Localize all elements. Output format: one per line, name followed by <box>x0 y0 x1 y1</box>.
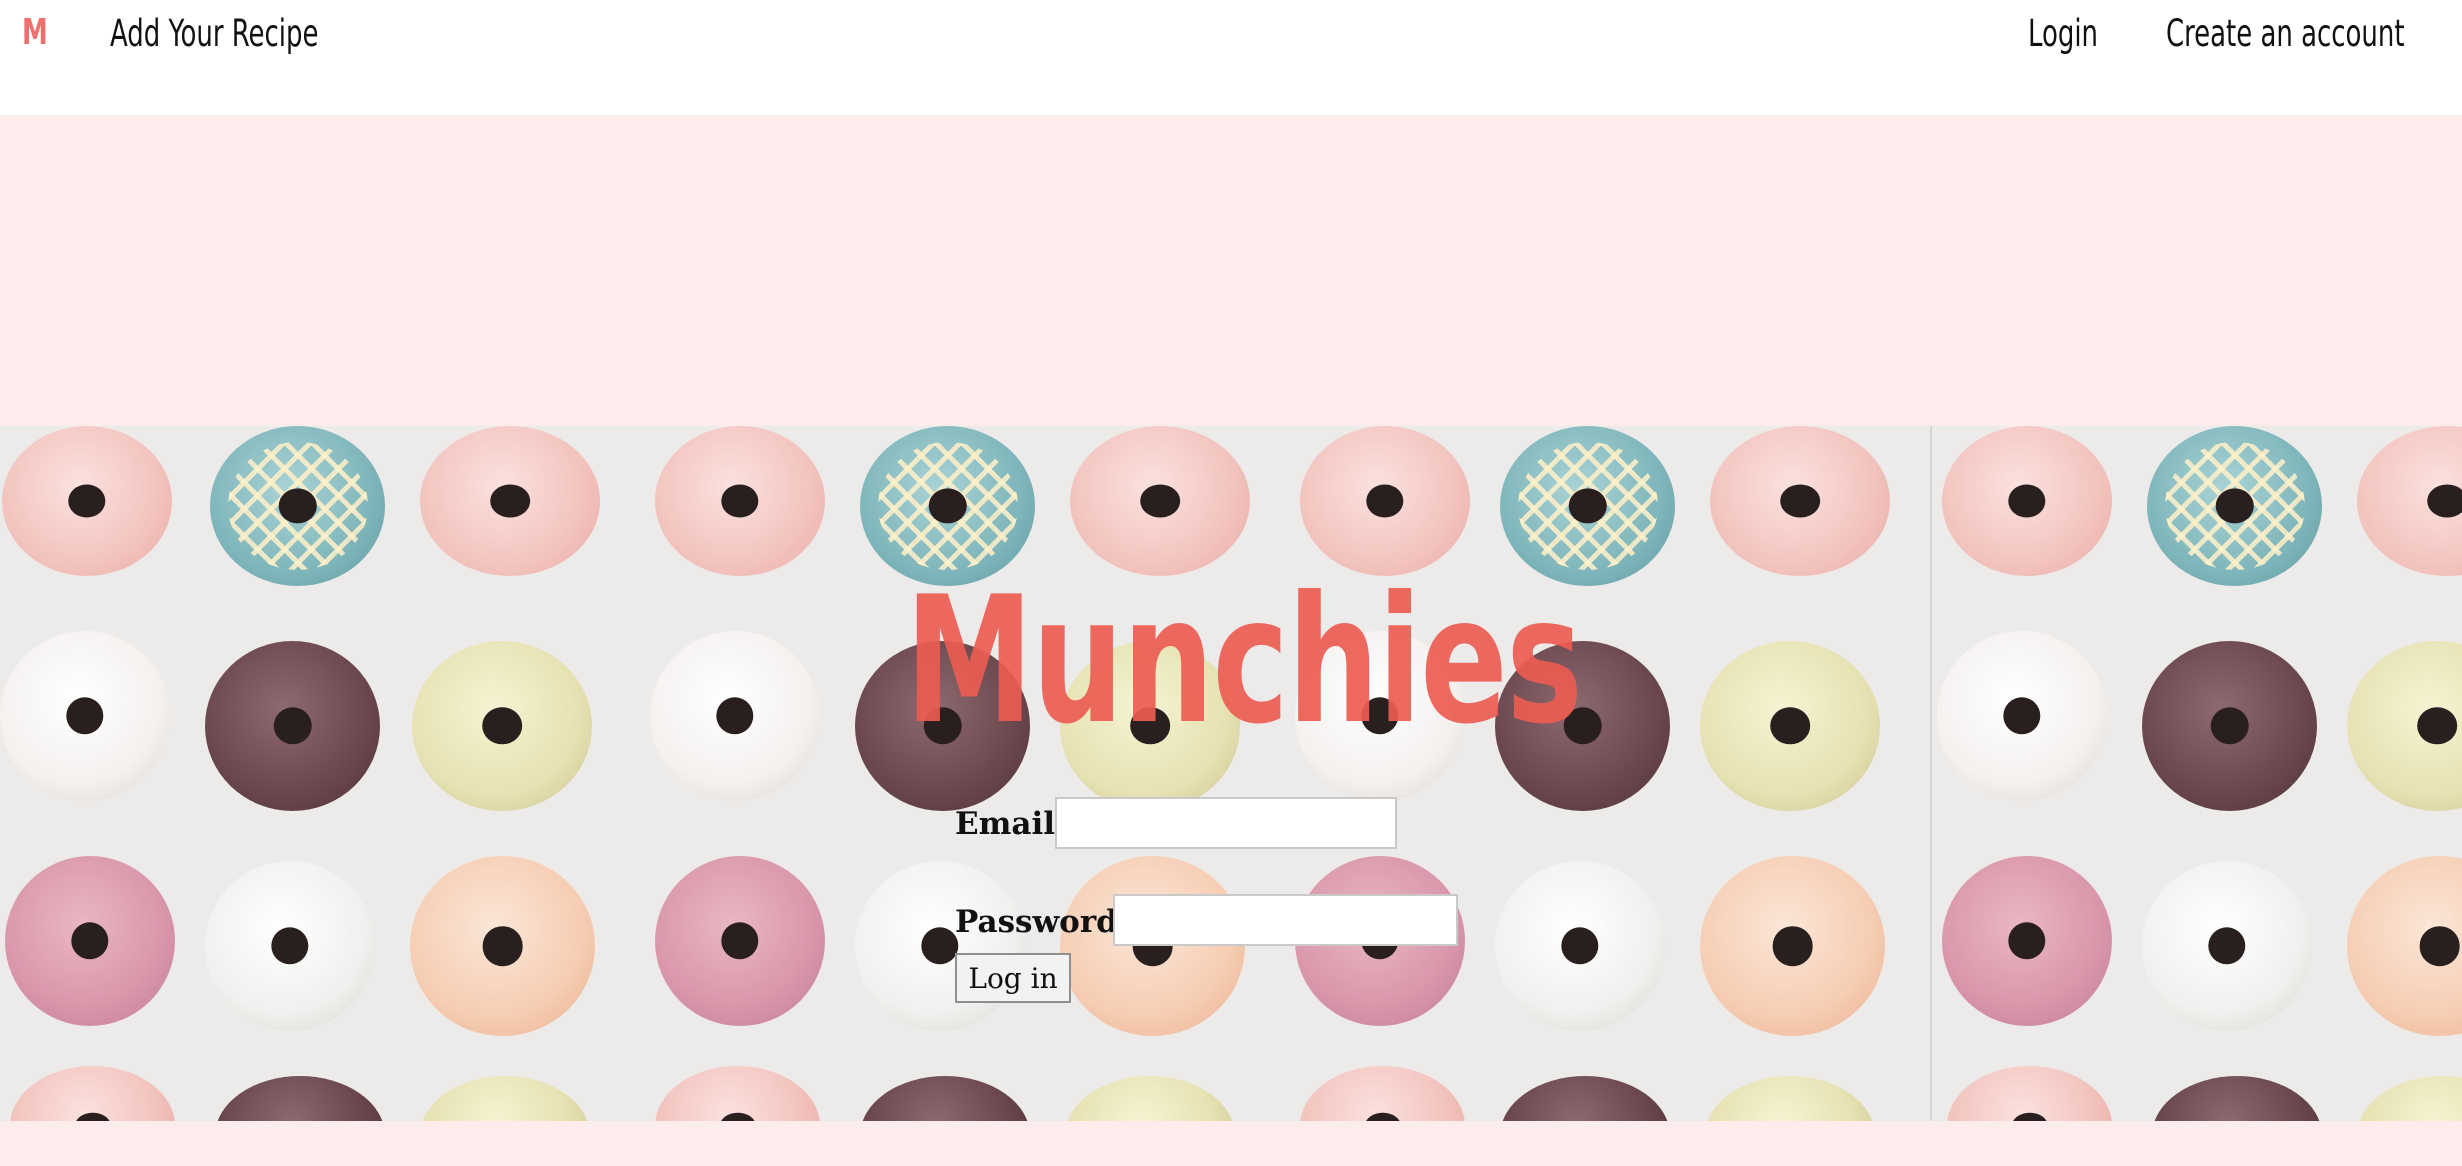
donut-decoration <box>1937 631 2107 801</box>
donut-decoration <box>650 631 820 801</box>
logo-link[interactable]: M <box>22 12 48 53</box>
donut-background-image <box>0 426 1930 1121</box>
donut-decoration <box>2142 861 2312 1031</box>
donut-decoration <box>1065 1076 1235 1121</box>
donut-decoration <box>655 1066 820 1121</box>
donut-decoration <box>1700 856 1885 1036</box>
donut-decoration <box>205 641 380 811</box>
donut-decoration <box>1700 641 1880 811</box>
donut-decoration <box>1495 861 1665 1031</box>
donut-background-image-repeat <box>1930 426 2462 1121</box>
hero-donut-banner <box>0 426 2462 1121</box>
donut-decoration <box>2152 1076 2322 1121</box>
donut-decoration <box>420 1076 590 1121</box>
login-link[interactable]: Login <box>2028 12 2098 55</box>
donut-decoration <box>210 426 385 586</box>
donut-decoration <box>5 856 175 1026</box>
donut-decoration <box>10 1066 175 1121</box>
donut-decoration <box>2347 856 2462 1036</box>
password-input[interactable] <box>1113 894 1458 946</box>
donut-decoration <box>420 426 600 576</box>
donut-decoration <box>1300 1066 1465 1121</box>
create-account-link[interactable]: Create an account <box>2166 12 2405 55</box>
donut-decoration <box>1942 426 2112 576</box>
donut-decoration <box>2347 641 2462 811</box>
site-title: Munchies <box>905 560 1583 763</box>
donut-decoration <box>1705 1076 1875 1121</box>
donut-decoration <box>1500 1076 1670 1121</box>
add-recipe-link[interactable]: Add Your Recipe <box>110 12 318 55</box>
donut-decoration <box>205 861 375 1031</box>
top-navbar: M Add Your Recipe Login Create an accoun… <box>0 0 2462 116</box>
donut-decoration <box>412 641 592 811</box>
email-label: Email <box>955 806 1056 842</box>
donut-decoration <box>655 426 825 576</box>
donut-decoration <box>2 426 172 576</box>
donut-decoration <box>2142 641 2317 811</box>
donut-decoration <box>1947 1066 2112 1121</box>
donut-decoration <box>1710 426 1890 576</box>
donut-decoration <box>1300 426 1470 576</box>
donut-decoration <box>855 861 1025 1031</box>
donut-decoration <box>410 856 595 1036</box>
donut-decoration <box>2147 426 2322 586</box>
email-input[interactable] <box>1055 797 1397 849</box>
donut-decoration <box>215 1076 385 1121</box>
donut-decoration <box>1060 856 1245 1036</box>
donut-decoration <box>1070 426 1250 576</box>
login-submit-button[interactable]: Log in <box>955 953 1071 1003</box>
donut-decoration <box>2357 1076 2462 1121</box>
donut-decoration <box>1942 856 2112 1026</box>
password-label: Password <box>955 904 1118 940</box>
donut-decoration <box>0 631 170 801</box>
donut-decoration <box>860 1076 1030 1121</box>
donut-decoration <box>655 856 825 1026</box>
donut-decoration <box>2357 426 2462 576</box>
